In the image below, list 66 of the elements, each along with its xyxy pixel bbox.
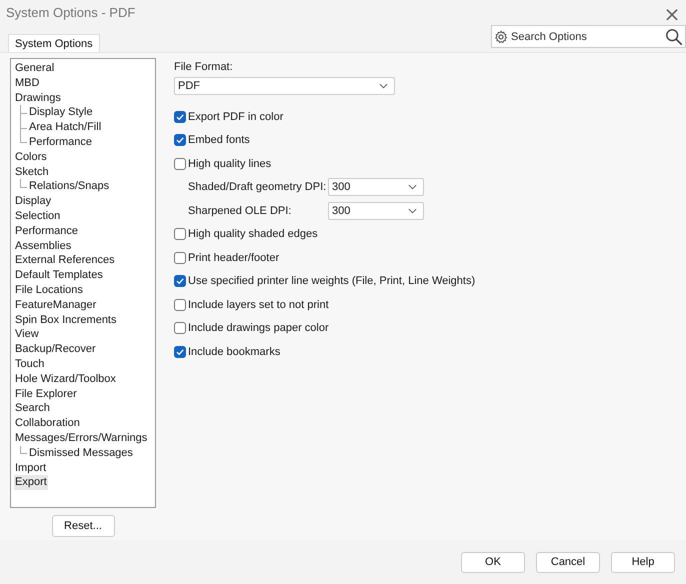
tree-item[interactable]: Assemblies: [14, 238, 72, 254]
tree-item[interactable]: Import: [14, 460, 48, 476]
checkbox-label: High quality lines: [188, 158, 272, 170]
tree-item[interactable]: File Locations: [14, 282, 84, 298]
tree-item[interactable]: Relations/Snaps: [28, 179, 110, 194]
field-label: Sharpened OLE DPI:: [188, 204, 292, 217]
checkbox-label: Embed fonts: [188, 134, 250, 146]
tree-item[interactable]: Hole Wizard/Toolbox: [14, 372, 117, 387]
dpi-dropdown[interactable]: 300: [328, 202, 424, 220]
tree-item[interactable]: Backup/Recover: [14, 342, 97, 357]
tree-item[interactable]: Drawings: [14, 90, 62, 106]
tree-item[interactable]: Display Style: [28, 105, 94, 120]
window-title: System Options - PDF: [6, 5, 136, 20]
tree-item[interactable]: Dismissed Messages: [28, 446, 134, 461]
chevron-icon: [408, 184, 417, 190]
dialog-button[interactable]: OK: [461, 552, 525, 572]
tree-item[interactable]: Performance: [14, 224, 79, 239]
tree-item[interactable]: Default Templates: [14, 268, 104, 283]
tree-item[interactable]: Selection: [14, 208, 62, 224]
checkbox-label: Use specified printer line weights (File, Print, Line Weights): [188, 275, 476, 288]
tree-item[interactable]: Search: [14, 401, 51, 416]
tree-item[interactable]: External References: [14, 253, 116, 268]
checkbox-label: Include layers set to not print: [188, 298, 329, 311]
checkbox[interactable]: [174, 158, 186, 170]
tree-item[interactable]: Colors: [14, 150, 48, 165]
tree-item[interactable]: Spin Box Increments: [14, 312, 118, 328]
field-label: Shaded/Draft geometry DPI:: [188, 181, 328, 194]
close-button[interactable]: ×: [660, 2, 684, 24]
checkbox[interactable]: [174, 134, 186, 146]
reset-button[interactable]: Reset...: [52, 515, 114, 537]
tab[interactable]: System Options: [8, 34, 100, 52]
checkbox[interactable]: [174, 110, 186, 123]
tree-item[interactable]: FeatureManager: [14, 298, 98, 313]
settings-icon: [494, 30, 508, 44]
checkbox[interactable]: [174, 298, 186, 311]
checkbox-label: Print header/footer: [188, 252, 280, 264]
tree-item[interactable]: Collaboration: [14, 416, 81, 431]
dpi-dropdown[interactable]: 300: [328, 178, 424, 196]
tree-item[interactable]: General: [14, 61, 56, 76]
tree-item[interactable]: MBD: [14, 76, 40, 91]
tree-item[interactable]: Touch: [14, 356, 46, 372]
checkbox-label: High quality shaded edges: [188, 228, 318, 240]
tree-item[interactable]: File Explorer: [14, 386, 78, 402]
file-format-dropdown[interactable]: PDF: [174, 77, 395, 95]
checkbox[interactable]: [174, 252, 186, 264]
checkbox-label: Include drawings paper color: [188, 322, 329, 334]
tree-item[interactable]: Sketch: [14, 164, 50, 180]
dialog-button[interactable]: Help: [611, 552, 675, 572]
checkbox[interactable]: [174, 322, 186, 334]
tree-item[interactable]: View: [14, 327, 40, 342]
tree-item[interactable]: Messages/Errors/Warnings: [14, 430, 148, 446]
tree-item[interactable]: Performance: [28, 134, 93, 150]
chevron-icon: [408, 208, 417, 214]
field-label: File Format:: [174, 61, 233, 75]
dialog-button[interactable]: Cancel: [536, 552, 600, 572]
checkbox-label: Include bookmarks: [188, 346, 280, 358]
checkbox-label: Export PDF in color: [188, 110, 284, 123]
checkbox[interactable]: [174, 346, 186, 358]
checkbox[interactable]: [174, 228, 186, 240]
search-field[interactable]: Search Options: [491, 25, 686, 48]
chevron-icon: [379, 83, 388, 89]
search-icon[interactable]: [665, 28, 683, 46]
checkbox[interactable]: [174, 275, 186, 288]
tree-item[interactable]: Area Hatch/Fill: [28, 120, 102, 135]
tree-item[interactable]: Export: [14, 475, 48, 490]
tree-item[interactable]: Display: [14, 194, 52, 209]
